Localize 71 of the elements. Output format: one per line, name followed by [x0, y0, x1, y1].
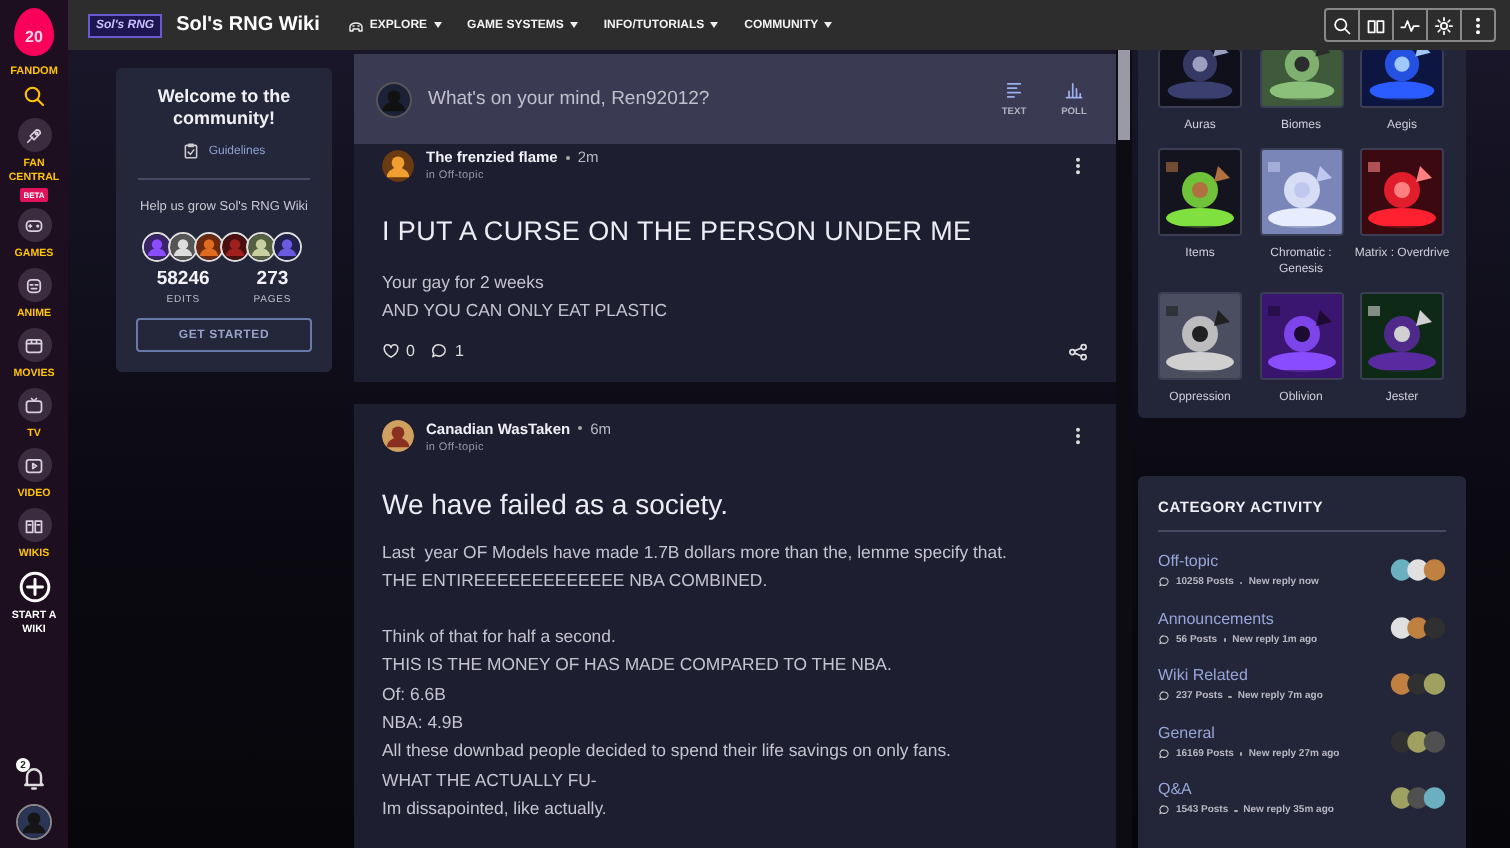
caret-icon: [710, 22, 719, 28]
avatar-stack: [1390, 558, 1446, 583]
post-title: I PUT A CURSE ON THE PERSON UNDER ME: [382, 216, 974, 246]
comment-icon: [1158, 747, 1170, 760]
avatar: [16, 804, 52, 840]
avatar: [376, 81, 412, 117]
bell-icon: [20, 764, 48, 792]
comment-icon: [1158, 690, 1170, 703]
post-text: Your gay for 2 weeks: [382, 270, 546, 296]
book-icon[interactable]: [1366, 15, 1386, 35]
face-icon: [24, 275, 44, 295]
text-lines-icon: [1004, 80, 1024, 100]
post-text: NBA: 4.9B: [382, 710, 466, 737]
share-icon[interactable]: [1068, 341, 1088, 362]
caret-icon: [824, 22, 833, 28]
stat-value: 58246: [156, 268, 210, 290]
post-text: AND YOU CAN ONLY EAT PLASTIC: [382, 298, 670, 325]
category-link[interactable]: Q&A: [1158, 780, 1334, 799]
category-link[interactable]: General: [1158, 723, 1340, 742]
play-icon: [24, 455, 44, 475]
wiki-name[interactable]: Sol's RNG Wiki: [176, 14, 320, 36]
avatar: [382, 149, 414, 181]
book-icon: [24, 515, 44, 535]
avatar: [246, 232, 276, 262]
sun-icon[interactable]: [1434, 15, 1454, 35]
avatar-stack: [1390, 786, 1446, 811]
post-text: Im dissapointed, like actually.: [382, 795, 609, 822]
controller-icon: [347, 17, 364, 33]
avatar: [142, 232, 172, 262]
bar-chart-icon: [1064, 80, 1084, 100]
game-controller-icon: [24, 215, 44, 235]
avatar: [194, 232, 224, 262]
post-text: THIS IS THE MONEY OF HAS MADE COMPARED TO THE NBA.: [382, 652, 894, 679]
avatar-stack: [1390, 729, 1446, 754]
category-link[interactable]: Announcements: [1158, 609, 1318, 628]
comment-icon: [430, 342, 449, 361]
like-button[interactable]: 0: [382, 342, 415, 361]
comment-icon: [1158, 576, 1170, 589]
activity-icon[interactable]: [1400, 15, 1420, 35]
comment-icon: [1158, 804, 1170, 817]
film-icon: [24, 335, 44, 355]
post-text: THE ENTIREEEEEEEEEEEEE NBA COMBINED.: [382, 567, 770, 594]
comment-icon: [1158, 633, 1170, 646]
clipboard-check-icon: [182, 142, 201, 160]
avatar: [220, 232, 250, 262]
avatar: [382, 420, 414, 453]
scrollbar[interactable]: [1118, 50, 1130, 140]
search-icon[interactable]: [1332, 15, 1352, 35]
welcome-title: Welcome to the community!: [155, 86, 293, 130]
tv-icon: [24, 395, 44, 415]
post-text: Last year OF Models have made 1.7B dollars more than the, lemme specify that.: [382, 539, 1009, 566]
comment-button[interactable]: 1: [430, 342, 464, 361]
post-text: Think of that for half a second.: [382, 624, 618, 651]
post-input[interactable]: What's on your mind, Ren92012?: [428, 88, 976, 110]
avatar: [168, 232, 198, 262]
post-text: Of: 6.6B: [382, 681, 448, 708]
category-link[interactable]: Off-topic: [1158, 552, 1319, 571]
caret-icon: [433, 22, 442, 28]
avatar: [272, 232, 302, 262]
rocket-icon: [24, 125, 44, 145]
post-title: We have failed as a society.: [382, 487, 731, 520]
avatar-stack: [1390, 615, 1446, 640]
stat-value: 273: [254, 268, 291, 290]
post-text: All these downbad people decided to spend their life savings on only fans.: [382, 738, 953, 765]
avatar-stack: [1390, 672, 1446, 697]
caret-icon: [569, 22, 578, 28]
category-link[interactable]: Wiki Related: [1158, 666, 1323, 685]
post-text: WHAT THE ACTUALLY FU-: [382, 767, 599, 794]
search-icon[interactable]: [22, 84, 46, 108]
heart-icon: [382, 342, 400, 361]
plus-icon: [17, 569, 51, 603]
